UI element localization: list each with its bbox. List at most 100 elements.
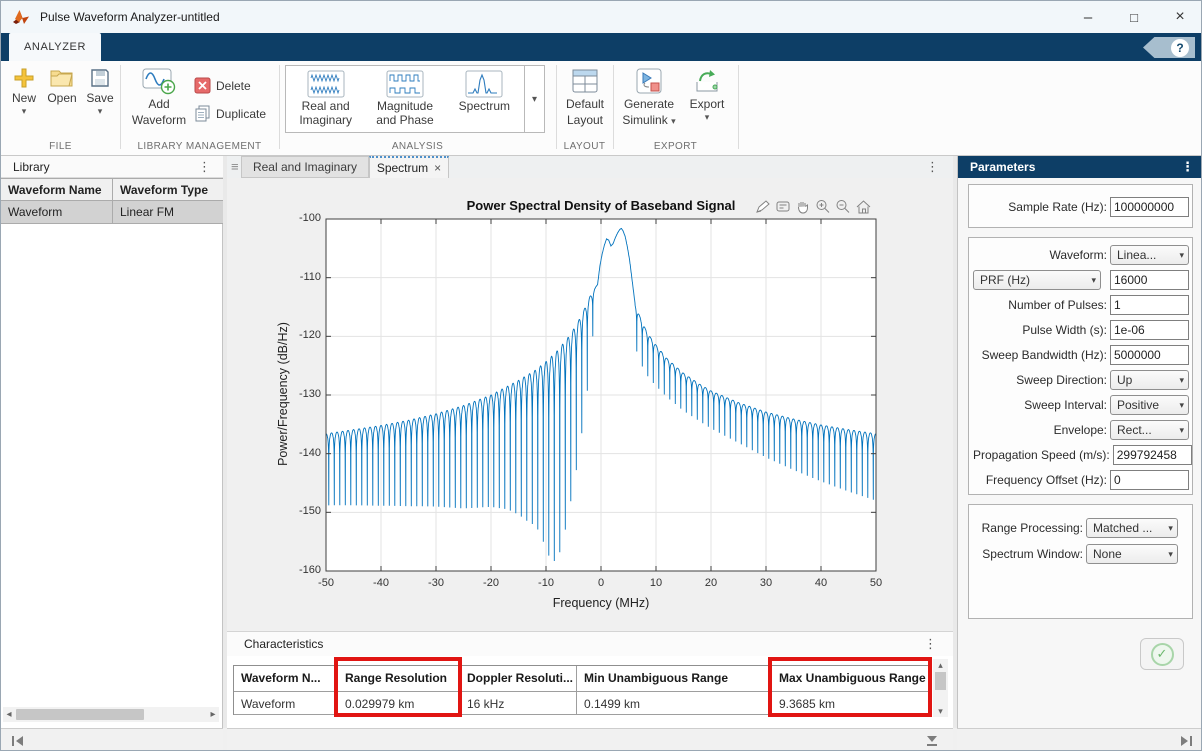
- datatip-icon[interactable]: [775, 199, 792, 214]
- edit-plot-icon[interactable]: [755, 199, 772, 214]
- new-button[interactable]: New ▾: [7, 67, 41, 116]
- save-dropdown-icon[interactable]: ▾: [98, 107, 103, 116]
- figures-menu-icon[interactable]: ⋮: [926, 159, 939, 175]
- pulse-width-input[interactable]: [1110, 320, 1189, 340]
- open-button[interactable]: Open: [45, 67, 79, 105]
- library-row-waveform[interactable]: Waveform Linear FM: [1, 201, 223, 224]
- minimize-button[interactable]: –: [1065, 1, 1111, 33]
- envelope-label: Envelope:: [973, 423, 1107, 437]
- characteristics-panel-header: Characteristics ⋮: [227, 631, 953, 656]
- default-layout-label: Default: [566, 97, 604, 111]
- propagation-speed-label: Propagation Speed (m/s):: [973, 448, 1110, 462]
- generate-simulink-icon: [635, 67, 663, 95]
- add-waveform-label2: Waveform: [132, 113, 186, 127]
- scroll-down-icon[interactable]: ▾: [938, 705, 943, 717]
- characteristics-menu-icon[interactable]: ⋮: [924, 636, 937, 652]
- maximize-button[interactable]: □: [1111, 1, 1157, 33]
- tab-drag-handle-icon[interactable]: ≡: [231, 159, 239, 174]
- add-waveform-button[interactable]: Add Waveform: [129, 67, 189, 128]
- generate-simulink-button[interactable]: Generate Simulink ▾: [619, 67, 679, 128]
- scroll-right-icon[interactable]: ▸: [207, 709, 219, 720]
- sweep-bandwidth-input[interactable]: [1110, 345, 1189, 365]
- duplicate-button[interactable]: Duplicate: [194, 105, 266, 122]
- close-tab-icon[interactable]: ×: [434, 161, 441, 175]
- duplicate-label: Duplicate: [216, 107, 266, 121]
- parameters-panel: Parameters ⋮ Sample Rate (Hz): Waveform:…: [957, 156, 1202, 728]
- library-cell-name[interactable]: Waveform: [1, 201, 113, 223]
- save-icon: [89, 67, 111, 89]
- propagation-speed-input[interactable]: [1113, 445, 1192, 465]
- prf-input[interactable]: [1110, 270, 1189, 290]
- magnitude-and-phase-button[interactable]: Magnitude and Phase: [365, 66, 444, 132]
- plot-toolbar: [755, 199, 872, 214]
- envelope-dropdown[interactable]: Rect... ▾: [1110, 420, 1189, 440]
- analysis-gallery: Real and Imaginary Magnitude and Phase: [285, 65, 525, 133]
- home-icon[interactable]: [855, 199, 872, 214]
- library-column-waveform-type: Waveform Type: [113, 179, 223, 200]
- gallery-dropdown-button[interactable]: ▾: [525, 65, 545, 133]
- prf-mode-dropdown[interactable]: PRF (Hz) ▾: [973, 270, 1101, 290]
- collapse-left-icon[interactable]: [11, 735, 25, 747]
- characteristics-data-row[interactable]: Waveform0.029979 km16 kHz0.1499 km9.3685…: [234, 692, 930, 715]
- library-menu-icon[interactable]: ⋮: [198, 159, 211, 175]
- psd-plot-canvas[interactable]: [227, 178, 953, 631]
- library-header-row: Waveform Name Waveform Type: [1, 178, 223, 201]
- dropdown-caret-icon: ▾: [1179, 400, 1184, 411]
- help-button[interactable]: ?: [1171, 39, 1189, 57]
- export-label: Export: [690, 97, 725, 111]
- new-dropdown-icon[interactable]: ▾: [22, 107, 27, 116]
- export-dropdown-icon[interactable]: ▾: [705, 113, 710, 122]
- tab-real-and-imaginary[interactable]: Real and Imaginary: [241, 156, 369, 178]
- scrollbar-thumb[interactable]: [16, 709, 144, 720]
- waveform-dropdown[interactable]: Linea... ▾: [1110, 245, 1189, 265]
- x-tick-label: -30: [421, 577, 451, 589]
- generate-simulink-label2: Simulink: [622, 113, 667, 127]
- sample-rate-input[interactable]: [1110, 197, 1189, 217]
- range-processing-dropdown[interactable]: Matched ... ▾: [1086, 518, 1178, 538]
- zoom-out-icon[interactable]: [835, 199, 852, 214]
- library-horizontal-scrollbar[interactable]: ◂ ▸: [3, 707, 219, 722]
- tab-analyzer[interactable]: ANALYZER: [9, 33, 101, 61]
- characteristics-cell: Waveform: [234, 692, 338, 715]
- apply-button[interactable]: ✓: [1140, 638, 1184, 670]
- generate-simulink-dropdown-icon[interactable]: ▾: [671, 116, 676, 126]
- magnitude-and-phase-icon: [386, 70, 424, 98]
- y-tick-label: -120: [283, 329, 321, 341]
- sweep-direction-dropdown[interactable]: Up ▾: [1110, 370, 1189, 390]
- sweep-bandwidth-label: Sweep Bandwidth (Hz):: [973, 348, 1107, 362]
- frequency-offset-input[interactable]: [1110, 470, 1189, 490]
- tab-label: Spectrum: [377, 161, 428, 175]
- number-of-pulses-input[interactable]: [1110, 295, 1189, 315]
- spectrum-window-dropdown[interactable]: None ▾: [1086, 544, 1178, 564]
- spectrum-button[interactable]: Spectrum: [445, 66, 524, 132]
- processing-group: Range Processing: Matched ... ▾ Spectrum…: [968, 504, 1193, 619]
- check-icon: ✓: [1151, 643, 1174, 666]
- collapse-right-icon[interactable]: [1179, 735, 1193, 747]
- scrollbar-thumb[interactable]: [935, 672, 946, 690]
- delete-button[interactable]: Delete: [194, 77, 251, 94]
- library-panel-title: Library: [13, 160, 50, 174]
- sweep-interval-dropdown[interactable]: Positive ▾: [1110, 395, 1189, 415]
- save-button[interactable]: Save ▾: [83, 67, 117, 116]
- close-button[interactable]: ×: [1157, 1, 1202, 33]
- window-controls: – □ ×: [1065, 1, 1202, 33]
- y-tick-label: -100: [283, 212, 321, 224]
- collapse-down-icon[interactable]: [925, 735, 939, 747]
- divider: [613, 65, 614, 149]
- parameters-menu-icon[interactable]: ⋮: [1181, 159, 1194, 175]
- library-cell-type[interactable]: Linear FM: [113, 201, 223, 223]
- tab-spectrum[interactable]: Spectrum ×: [369, 156, 449, 178]
- scroll-up-icon[interactable]: ▴: [938, 659, 943, 671]
- y-tick-label: -160: [283, 564, 321, 576]
- real-and-imaginary-button[interactable]: Real and Imaginary: [286, 66, 365, 132]
- characteristics-vertical-scrollbar[interactable]: ▴ ▾: [933, 659, 948, 717]
- magnitude-and-phase-label: Magnitude and Phase: [365, 99, 444, 128]
- x-tick-label: 40: [806, 577, 836, 589]
- app-window: Pulse Waveform Analyzer-untitled – □ × A…: [0, 0, 1202, 751]
- scroll-left-icon[interactable]: ◂: [3, 709, 15, 720]
- default-layout-button[interactable]: Default Layout: [558, 67, 612, 128]
- pan-icon[interactable]: [795, 199, 812, 214]
- export-button[interactable]: Export ▾: [685, 67, 729, 122]
- x-axis-label: Frequency (MHz): [451, 596, 751, 610]
- zoom-in-icon[interactable]: [815, 199, 832, 214]
